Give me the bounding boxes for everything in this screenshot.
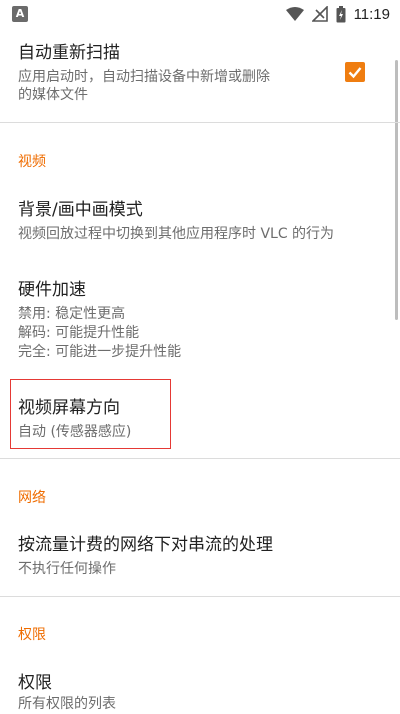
hw-accel-summary: 禁用: 稳定性更高 解码: 可能提升性能 完全: 可能进一步提升性能 (18, 305, 400, 362)
hw-accel-title: 硬件加速 (18, 280, 86, 300)
auto-rescan-summary-line2: 的媒体文件 (18, 87, 88, 103)
metered-network-pref[interactable]: 按流量计费的网络下对串流的处理 不执行任何操作 (0, 534, 400, 579)
permissions-summary: 所有权限的列表 (18, 696, 116, 712)
permissions-title: 权限 (18, 673, 52, 693)
metered-network-summary: 不执行任何操作 (18, 561, 116, 577)
metered-network-title: 按流量计费的网络下对串流的处理 (18, 535, 273, 555)
category-permissions: 权限 (18, 627, 46, 643)
background-pip-title: 背景/画中画模式 (18, 200, 143, 220)
auto-rescan-pref[interactable]: 自动重新扫描 应用启动时，自动扫描设备中新增或删除 的媒体文件 (0, 42, 400, 105)
hw-accel-summary-line: 完全: 可能进一步提升性能 (18, 344, 182, 360)
divider (0, 596, 400, 597)
divider (0, 458, 400, 459)
hw-accel-pref[interactable]: 硬件加速 禁用: 稳定性更高 解码: 可能提升性能 完全: 可能进一步提升性能 (0, 279, 400, 362)
permissions-pref[interactable]: 权限 所有权限的列表 (0, 672, 400, 714)
background-pip-summary: 视频回放过程中切换到其他应用程序时 VLC 的行为 (18, 226, 335, 242)
wifi-icon (285, 7, 304, 21)
category-video: 视频 (18, 154, 46, 170)
auto-rescan-summary-line1: 应用启动时，自动扫描设备中新增或删除 (18, 69, 270, 85)
auto-rescan-checkbox[interactable] (345, 62, 365, 82)
background-pip-pref[interactable]: 背景/画中画模式 视频回放过程中切换到其他应用程序时 VLC 的行为 (0, 199, 400, 244)
status-bar: A 11:19 (0, 0, 400, 28)
divider (0, 122, 400, 123)
status-icons: 11:19 (285, 4, 390, 24)
highlight-box (10, 379, 171, 449)
clock: 11:19 (353, 5, 390, 23)
battery-charging-icon (336, 5, 346, 22)
notification-app-icon: A (12, 6, 28, 22)
hw-accel-summary-line: 解码: 可能提升性能 (18, 325, 140, 341)
hw-accel-summary-line: 禁用: 稳定性更高 (18, 306, 126, 322)
auto-rescan-title: 自动重新扫描 (18, 43, 120, 63)
auto-rescan-summary: 应用启动时，自动扫描设备中新增或删除 的媒体文件 (18, 68, 400, 105)
category-network: 网络 (18, 490, 46, 506)
checkmark-icon (348, 67, 362, 79)
no-signal-icon (311, 6, 328, 22)
